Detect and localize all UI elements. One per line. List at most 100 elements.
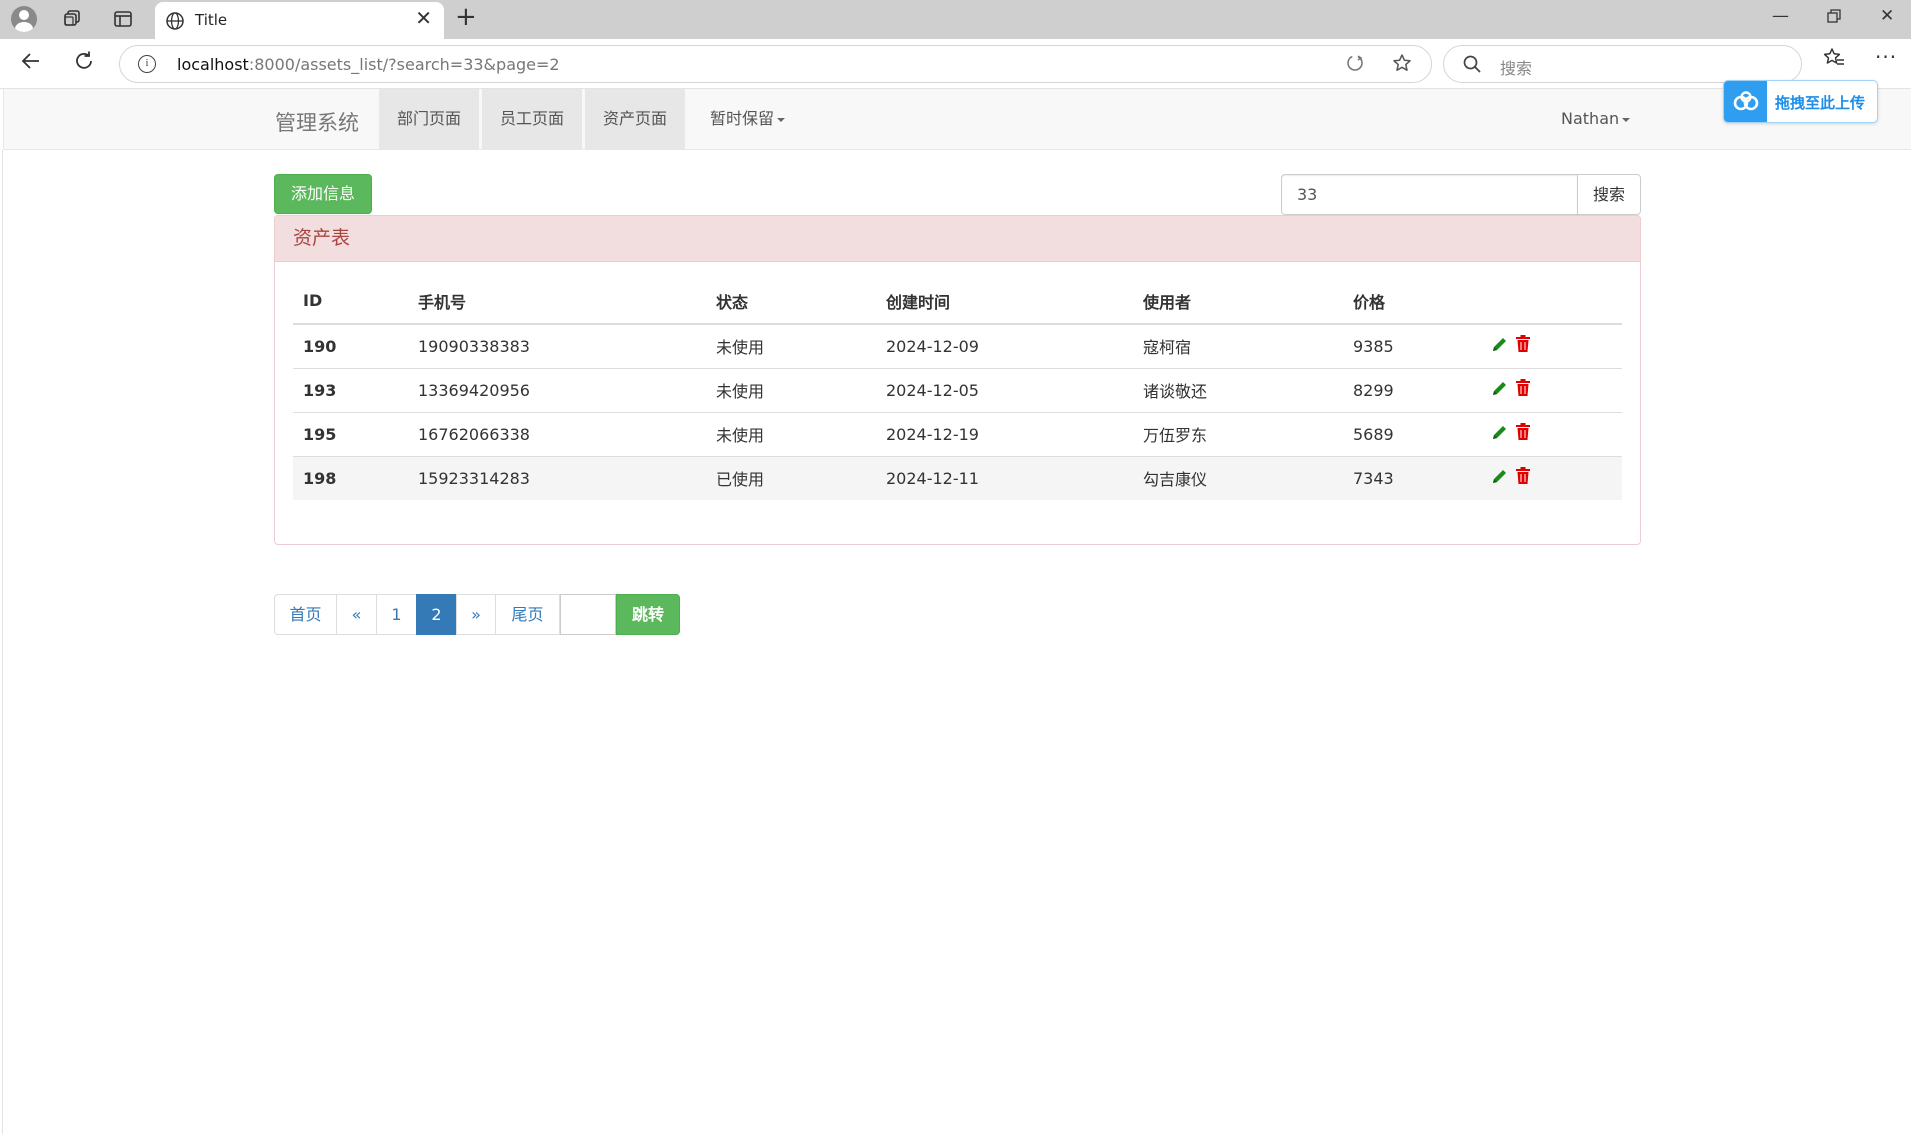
caret-down-icon [1622, 117, 1631, 122]
add-info-button[interactable]: 添加信息 [274, 174, 372, 214]
search-icon [1462, 54, 1482, 78]
page-border [2, 150, 3, 1134]
edit-pencil-icon[interactable] [1491, 379, 1509, 401]
app-navbar: 管理系统 部门页面 员工页面 资产页面 暂时保留 Nathan [3, 89, 1911, 150]
page-jump-button[interactable]: 跳转 [616, 594, 680, 635]
cell-created: 2024-12-05 [876, 367, 1133, 412]
cell-status: 未使用 [706, 323, 876, 368]
globe-icon [165, 11, 185, 35]
cell-created: 2024-12-09 [876, 323, 1133, 368]
cell-status: 未使用 [706, 367, 876, 412]
cell-id: 195 [293, 411, 408, 456]
edit-pencil-icon[interactable] [1491, 423, 1509, 445]
page-next[interactable]: » [456, 594, 496, 635]
assets-table: ID 手机号 状态 创建时间 使用者 价格 190 19090338383 未使… [293, 278, 1622, 500]
tab-active[interactable]: Title ✕ [155, 2, 444, 39]
table-row: 195 16762066338 未使用 2024-12-19 万伍罗东 5689 [293, 411, 1622, 456]
nav-item-reserved-label: 暂时保留 [710, 109, 775, 128]
col-header-status: 状态 [706, 278, 876, 325]
url-field[interactable]: i localhost:8000/assets_list/?search=33&… [119, 45, 1432, 83]
address-bar-row: i localhost:8000/assets_list/?search=33&… [0, 39, 1911, 89]
cell-price: 5689 [1343, 411, 1481, 456]
profile-icon[interactable] [11, 6, 37, 32]
col-header-id: ID [293, 278, 408, 325]
col-header-phone: 手机号 [408, 278, 706, 325]
cell-status: 已使用 [706, 455, 876, 500]
delete-trash-icon[interactable] [1515, 379, 1531, 401]
drag-upload-label: 拖拽至此上传 [1775, 94, 1866, 112]
edit-pencil-icon[interactable] [1491, 335, 1509, 357]
cell-status: 未使用 [706, 411, 876, 456]
cell-id: 190 [293, 323, 408, 368]
cell-actions [1481, 455, 1622, 500]
search-button[interactable]: 搜索 [1577, 174, 1641, 215]
delete-trash-icon[interactable] [1515, 335, 1531, 357]
collections-icon[interactable] [59, 6, 85, 32]
user-name: Nathan [1561, 109, 1620, 128]
browser-search-field[interactable]: 搜索 [1443, 45, 1802, 83]
brand-title[interactable]: 管理系统 [275, 107, 359, 137]
tab-title: Title [195, 11, 228, 29]
page-2-current[interactable]: 2 [416, 594, 457, 635]
pagination: 首页 « 1 2 » 尾页 跳转 [274, 594, 680, 635]
cell-user: 勾吉康仪 [1133, 455, 1343, 500]
url-text: localhost:8000/assets_list/?search=33&pa… [177, 55, 560, 74]
browser-tab-strip: Title ✕ + — ✕ [0, 0, 1911, 39]
search-group: 33 搜索 [1281, 174, 1641, 215]
cell-id: 198 [293, 455, 408, 500]
refresh-page-icon[interactable] [1345, 53, 1365, 76]
cell-price: 9385 [1343, 323, 1481, 368]
page-jump-input[interactable] [560, 594, 616, 635]
cell-created: 2024-12-19 [876, 411, 1133, 456]
cell-phone: 13369420956 [408, 367, 706, 412]
tab-actions-icon[interactable] [110, 6, 136, 32]
site-info-icon[interactable]: i [138, 55, 156, 73]
table-row: 193 13369420956 未使用 2024-12-05 诸谈敬还 8299 [293, 367, 1622, 412]
drag-upload-badge[interactable]: 拖拽至此上传 [1723, 80, 1878, 123]
minimize-icon[interactable]: — [1772, 8, 1789, 25]
nav-item-reserved-dropdown[interactable]: 暂时保留 [692, 89, 803, 149]
restore-icon[interactable] [1826, 8, 1842, 28]
table-row: 190 19090338383 未使用 2024-12-09 寇柯宿 9385 [293, 323, 1622, 368]
cell-user: 诸谈敬还 [1133, 367, 1343, 412]
cell-id: 193 [293, 367, 408, 412]
cell-price: 7343 [1343, 455, 1481, 500]
table-header-row: ID 手机号 状态 创建时间 使用者 价格 [293, 278, 1622, 325]
close-tab-icon[interactable]: ✕ [415, 8, 432, 28]
caret-down-icon [777, 117, 786, 122]
cloud-link-icon [1724, 81, 1767, 122]
close-window-icon[interactable]: ✕ [1880, 8, 1894, 25]
page-first[interactable]: 首页 [274, 594, 337, 635]
more-options-icon[interactable]: ··· [1875, 47, 1897, 67]
favorites-icon[interactable] [1823, 47, 1845, 74]
cell-user: 万伍罗东 [1133, 411, 1343, 456]
page-last[interactable]: 尾页 [495, 594, 560, 635]
browser-search-placeholder: 搜索 [1500, 59, 1533, 78]
cell-price: 8299 [1343, 367, 1481, 412]
panel-title: 资产表 [275, 216, 1640, 262]
user-menu-dropdown[interactable]: Nathan [1561, 89, 1631, 149]
nav-item-assets[interactable]: 资产页面 [585, 89, 686, 149]
search-input[interactable]: 33 [1281, 174, 1578, 215]
assets-panel: 资产表 ID 手机号 状态 创建时间 使用者 价格 190 1909033838… [274, 215, 1641, 545]
reload-icon[interactable] [73, 50, 95, 77]
cell-user: 寇柯宿 [1133, 323, 1343, 368]
edit-pencil-icon[interactable] [1491, 467, 1509, 489]
new-tab-icon[interactable]: + [455, 4, 477, 30]
nav-item-employees[interactable]: 员工页面 [482, 89, 583, 149]
table-row: 198 15923314283 已使用 2024-12-11 勾吉康仪 7343 [293, 455, 1622, 500]
cell-actions [1481, 323, 1622, 368]
page-prev[interactable]: « [336, 594, 377, 635]
cell-phone: 16762066338 [408, 411, 706, 456]
delete-trash-icon[interactable] [1515, 467, 1531, 489]
favorite-star-icon[interactable] [1392, 53, 1412, 76]
back-icon[interactable] [20, 50, 42, 77]
col-header-created: 创建时间 [876, 278, 1133, 325]
cell-phone: 19090338383 [408, 323, 706, 368]
cell-actions [1481, 367, 1622, 412]
cell-phone: 15923314283 [408, 455, 706, 500]
col-header-user: 使用者 [1133, 278, 1343, 325]
delete-trash-icon[interactable] [1515, 423, 1531, 445]
page-1[interactable]: 1 [376, 594, 417, 635]
nav-item-departments[interactable]: 部门页面 [379, 89, 480, 149]
